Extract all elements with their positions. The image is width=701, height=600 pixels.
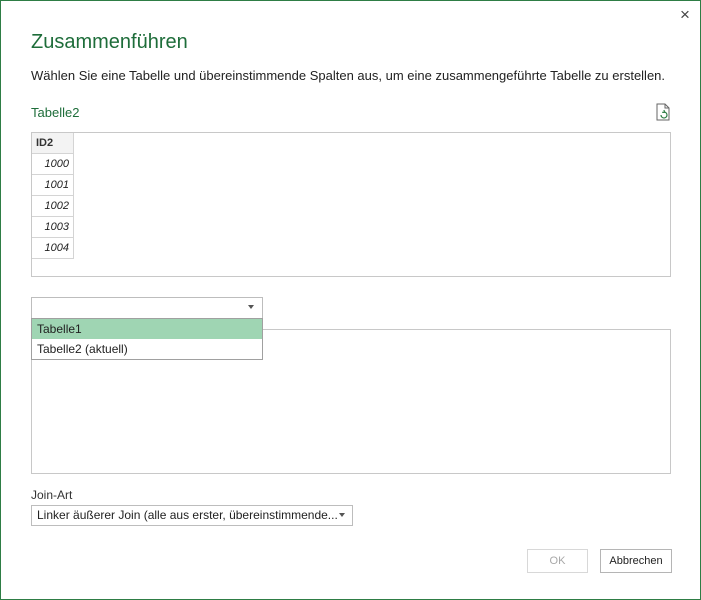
preview-table: ID2 1000 1001 1002 1003 1004 [32, 133, 74, 259]
chevron-down-icon [339, 513, 345, 517]
table-row: 1001 [32, 174, 74, 196]
cancel-button[interactable]: Abbrechen [600, 549, 672, 573]
merge-dialog: × Zusammenführen Wählen Sie eine Tabelle… [0, 0, 701, 600]
ok-button[interactable]: OK [527, 549, 588, 573]
join-type-label: Join-Art [31, 488, 73, 502]
table-row: 1003 [32, 216, 74, 238]
table-row: 1000 [32, 153, 74, 175]
second-table-select[interactable] [31, 297, 263, 319]
table-row: 1002 [32, 195, 74, 217]
first-table-preview: ID2 1000 1001 1002 1003 1004 [31, 132, 671, 277]
table-row: 1004 [32, 237, 74, 259]
dropdown-option-tabelle2[interactable]: Tabelle2 (aktuell) [32, 339, 262, 359]
column-header-id2[interactable]: ID2 [32, 133, 74, 154]
dialog-title: Zusammenführen [31, 31, 188, 53]
join-type-select[interactable]: Linker äußerer Join (alle aus erster, üb… [31, 505, 353, 526]
dropdown-option-tabelle1[interactable]: Tabelle1 [32, 319, 262, 339]
document-refresh-icon[interactable] [655, 103, 671, 121]
join-type-value: Linker äußerer Join (alle aus erster, üb… [37, 508, 338, 522]
close-icon[interactable]: × [675, 5, 695, 25]
chevron-down-icon [248, 305, 254, 309]
dialog-description: Wählen Sie eine Tabelle und übereinstimm… [31, 68, 666, 83]
first-table-label: Tabelle2 [31, 105, 80, 120]
second-table-dropdown: Tabelle1 Tabelle2 (aktuell) [31, 318, 263, 360]
